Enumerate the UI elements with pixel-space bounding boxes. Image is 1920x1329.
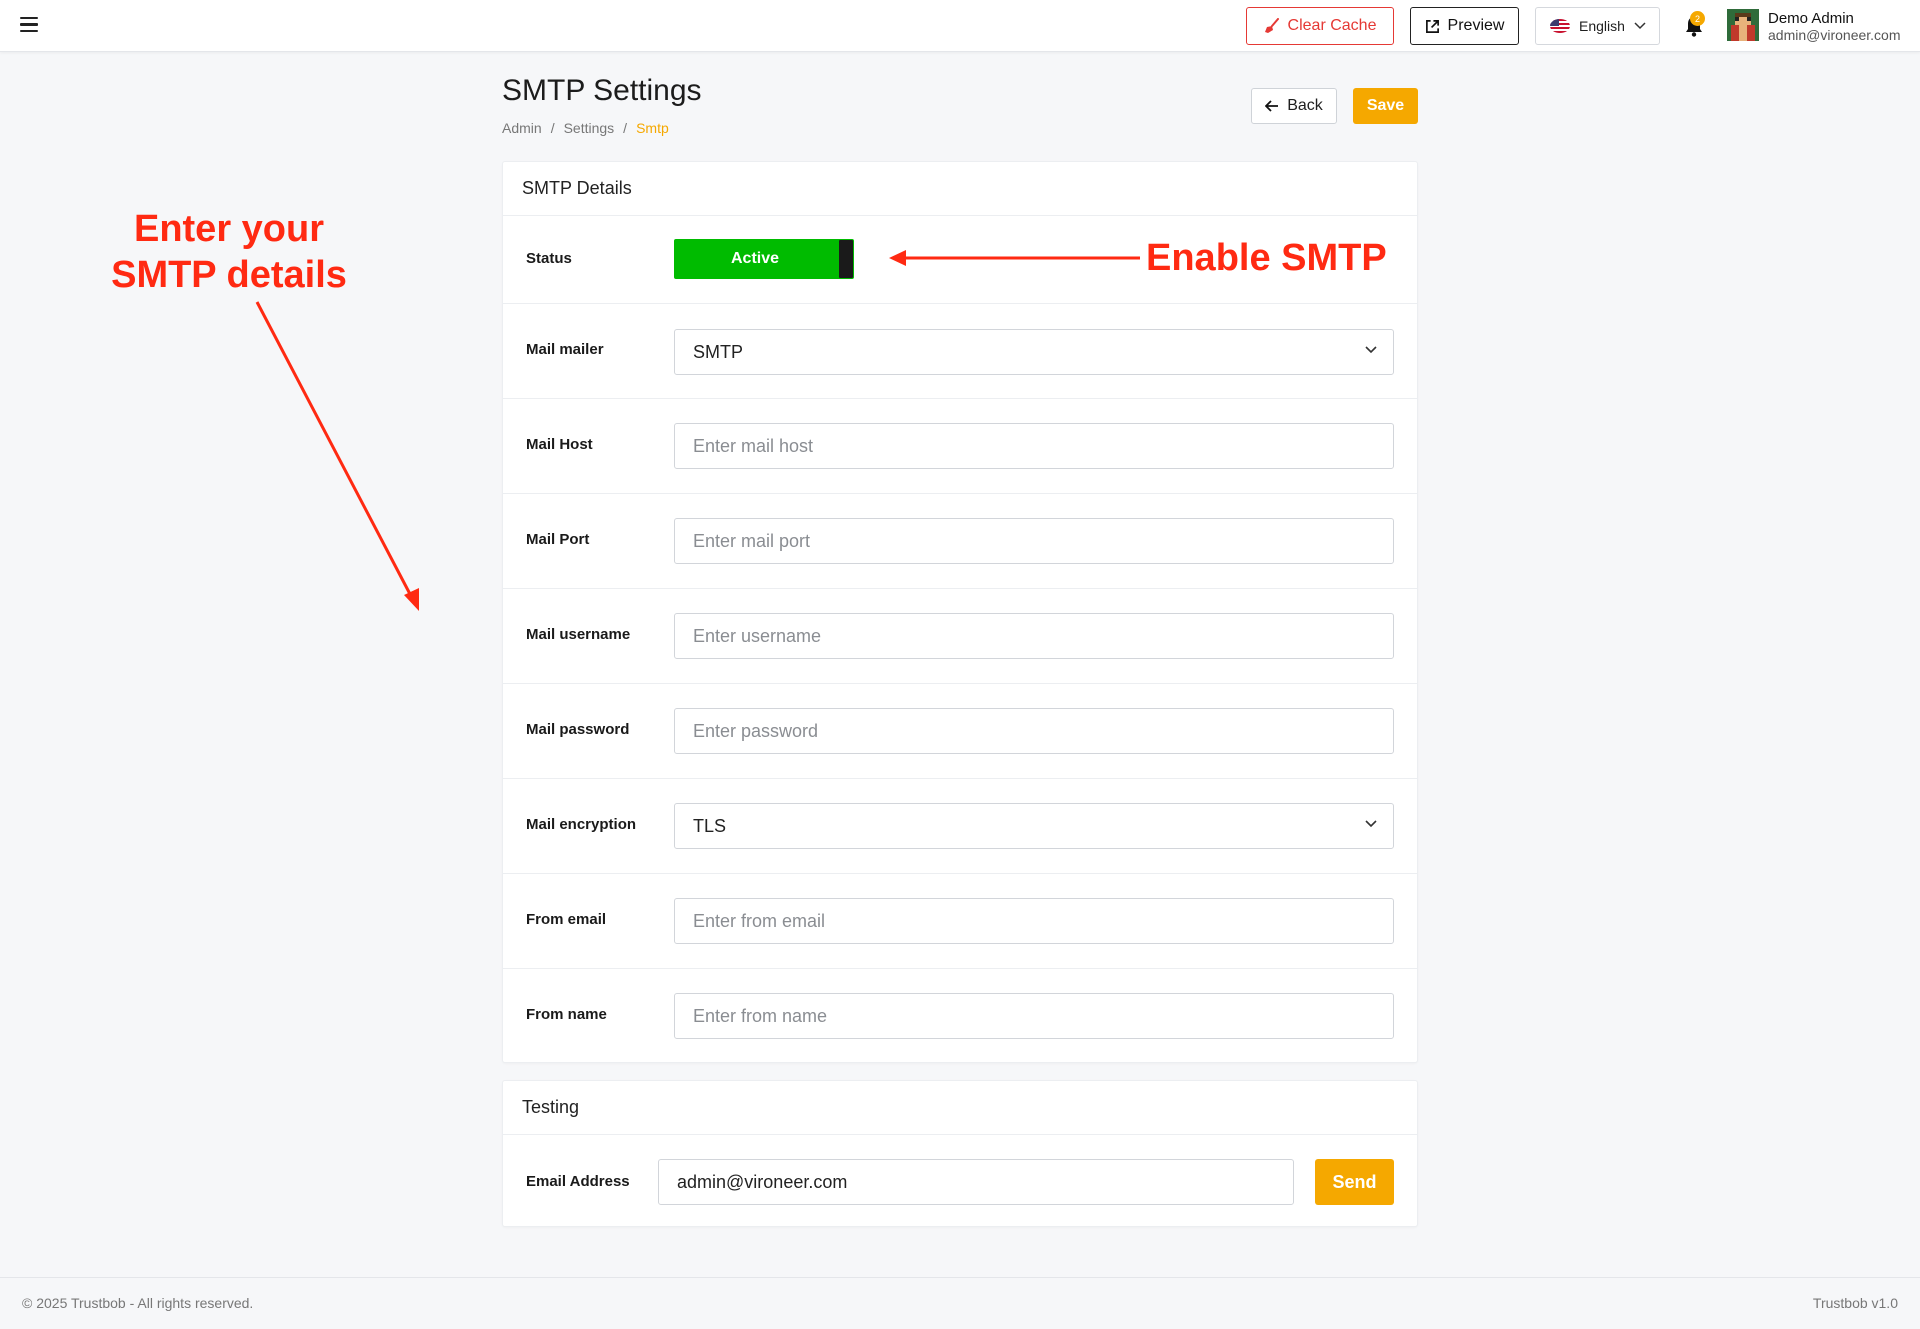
mail-password-input[interactable]	[674, 708, 1394, 754]
toggle-label: Active	[730, 250, 780, 267]
toggle-knob	[839, 240, 853, 278]
preview-button[interactable]: Preview	[1410, 7, 1519, 45]
top-bar: Clear Cache Preview English 2 Demo Admin…	[0, 0, 1920, 52]
language-select[interactable]: English	[1535, 7, 1660, 45]
clear-cache-label: Clear Cache	[1287, 17, 1377, 34]
user-email: admin@vironeer.com	[1768, 27, 1901, 43]
footer-copyright: © 2025 Trustbob - All rights reserved.	[22, 1295, 254, 1311]
mail-mailer-row: Mail mailer SMTP	[503, 304, 1417, 399]
status-toggle[interactable]: Active	[674, 239, 854, 279]
arrow-left-icon	[1265, 100, 1279, 112]
mail-encryption-row: Mail encryption TLS	[503, 779, 1417, 874]
breadcrumb-smtp: Smtp	[636, 120, 669, 136]
mail-encryption-select[interactable]: TLS	[674, 803, 1394, 849]
annotation-arrow-left	[255, 301, 419, 611]
menu-icon[interactable]	[20, 17, 38, 33]
mail-host-row: Mail Host	[503, 399, 1417, 494]
back-button[interactable]: Back	[1251, 88, 1337, 124]
annotation-enter-details: Enter your SMTP details	[100, 206, 358, 298]
testing-card: Testing Email Address Send	[502, 1080, 1418, 1227]
back-label: Back	[1287, 97, 1323, 114]
card-header: Testing	[503, 1081, 1417, 1135]
clear-cache-button[interactable]: Clear Cache	[1246, 7, 1394, 45]
test-email-input[interactable]	[658, 1159, 1294, 1205]
mail-mailer-label: Mail mailer	[526, 341, 604, 358]
email-address-row: Email Address Send	[503, 1135, 1417, 1227]
external-link-icon	[1425, 19, 1439, 33]
footer-version: Trustbob v1.0	[1812, 1295, 1898, 1311]
status-label: Status	[526, 250, 572, 267]
mail-username-row: Mail username	[503, 589, 1417, 684]
mail-host-input[interactable]	[674, 423, 1394, 469]
chevron-down-icon	[1365, 346, 1377, 354]
mail-encryption-value: TLS	[693, 815, 727, 836]
from-email-label: From email	[526, 911, 607, 928]
mail-mailer-value: SMTP	[693, 341, 744, 362]
breadcrumb-separator: /	[550, 120, 555, 136]
notification-badge: 2	[1690, 11, 1705, 26]
send-button[interactable]: Send	[1315, 1159, 1394, 1205]
mail-port-input[interactable]	[674, 518, 1394, 564]
mail-port-label: Mail Port	[526, 531, 590, 548]
from-name-row: From name	[503, 969, 1417, 1064]
from-name-input[interactable]	[674, 993, 1394, 1039]
save-button[interactable]: Save	[1353, 88, 1418, 124]
email-address-label: Email Address	[526, 1173, 630, 1190]
mail-password-label: Mail password	[526, 721, 630, 738]
broom-icon	[1264, 18, 1279, 33]
breadcrumb-separator: /	[623, 120, 628, 136]
annotation-line: SMTP details	[111, 254, 347, 296]
breadcrumb-settings[interactable]: Settings	[564, 120, 615, 136]
page-title: SMTP Settings	[502, 74, 702, 107]
preview-label: Preview	[1447, 17, 1505, 34]
breadcrumb-admin[interactable]: Admin	[502, 120, 542, 136]
breadcrumb: Admin / Settings / Smtp	[502, 120, 669, 136]
mail-mailer-select[interactable]: SMTP	[674, 329, 1394, 375]
smtp-details-card: SMTP Details Status Active Mail mailer S…	[502, 161, 1418, 1063]
user-name[interactable]: Demo Admin	[1768, 10, 1854, 27]
mail-username-label: Mail username	[526, 626, 631, 643]
us-flag-icon	[1550, 19, 1570, 33]
card-header: SMTP Details	[503, 162, 1417, 216]
from-name-label: From name	[526, 1006, 607, 1023]
chevron-down-icon	[1365, 820, 1377, 828]
mail-username-input[interactable]	[674, 613, 1394, 659]
mail-host-label: Mail Host	[526, 436, 593, 453]
mail-password-row: Mail password	[503, 684, 1417, 779]
annotation-enable-smtp: Enable SMTP	[1146, 237, 1387, 279]
avatar[interactable]	[1727, 9, 1759, 41]
chevron-down-icon	[1634, 22, 1646, 30]
mail-encryption-label: Mail encryption	[526, 816, 637, 833]
annotation-line: Enter your	[133, 208, 325, 250]
footer: © 2025 Trustbob - All rights reserved. T…	[0, 1277, 1920, 1329]
language-label: English	[1579, 18, 1625, 34]
from-email-input[interactable]	[674, 898, 1394, 944]
mail-port-row: Mail Port	[503, 494, 1417, 589]
from-email-row: From email	[503, 874, 1417, 969]
